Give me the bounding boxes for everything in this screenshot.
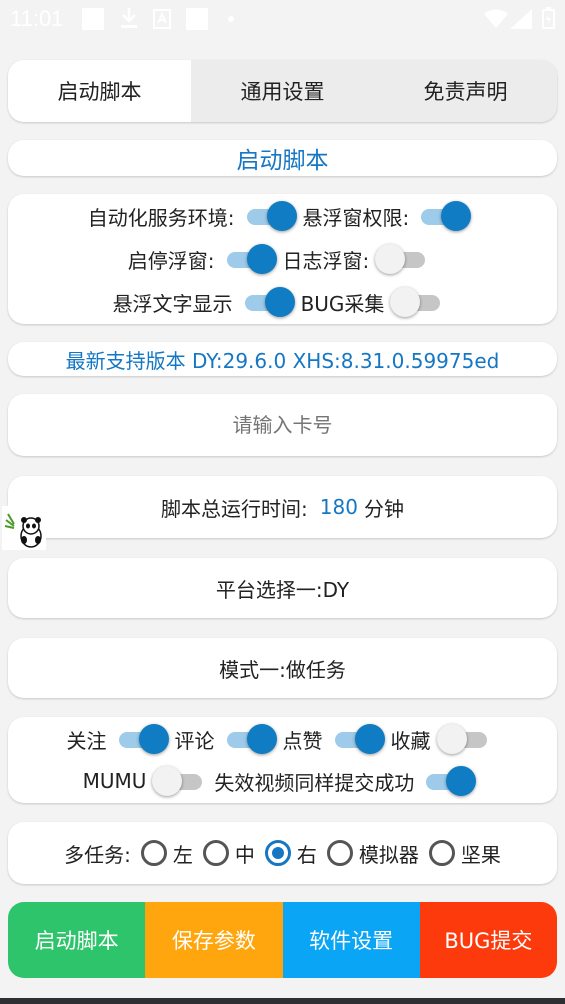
float-text-toggle[interactable] — [239, 287, 295, 317]
automation-service-label: 自动化服务环境: — [87, 205, 235, 230]
battery-icon — [542, 7, 555, 33]
like-label: 点赞 — [282, 728, 323, 753]
multitask-label: 多任务: — [64, 842, 131, 867]
radio-middle-label[interactable]: 中 — [235, 839, 255, 868]
status-bar: 11:01 — [0, 0, 565, 40]
permissions-row-3: 悬浮文字显示 BUG采集 — [8, 286, 557, 318]
wifi-icon — [484, 9, 508, 33]
collect-label: 收藏 — [390, 728, 431, 753]
section-title: 启动脚本 — [236, 148, 329, 174]
invalid-video-toggle[interactable] — [420, 766, 477, 796]
runtime-unit: 分钟 — [363, 496, 404, 521]
radio-right[interactable] — [264, 840, 291, 866]
permissions-row-2: 启停浮窗: 日志浮窗: — [8, 243, 557, 275]
tab-disclaimer[interactable]: 免责声明 — [374, 60, 557, 122]
actions-row-1: 关注 评论 点赞 收藏 — [8, 723, 557, 755]
runtime-card: 脚本总运行时间: 180 分钟 — [8, 476, 557, 538]
mumu-label: MUMU — [82, 769, 147, 793]
panda-float-icon[interactable] — [2, 506, 46, 550]
radio-middle[interactable] — [202, 840, 229, 866]
automation-service-toggle[interactable] — [241, 201, 297, 231]
log-float-toggle[interactable] — [375, 244, 431, 274]
platform-select[interactable]: 平台选择一:DY — [8, 558, 557, 618]
bug-collect-toggle[interactable] — [390, 287, 446, 317]
collect-toggle[interactable] — [436, 724, 493, 754]
save-params-button[interactable]: 保存参数 — [145, 902, 283, 978]
section-title-card: 启动脚本 — [8, 140, 557, 176]
action-button-bar: 启动脚本 保存参数 软件设置 BUG提交 — [8, 902, 557, 978]
actions-card: 关注 评论 点赞 收藏 MUMU 失效视频同样提交成功 — [8, 717, 557, 803]
card-number-card — [8, 394, 557, 456]
signal-icon — [510, 9, 532, 33]
tab-bar: 启动脚本 通用设置 免责声明 — [8, 60, 557, 122]
permissions-row-1: 自动化服务环境: 悬浮窗权限: — [8, 200, 557, 232]
invalid-video-label: 失效视频同样提交成功 — [214, 770, 415, 795]
startstop-float-toggle[interactable] — [221, 244, 277, 274]
actions-row-2: MUMU 失效视频同样提交成功 — [8, 765, 557, 797]
software-settings-button[interactable]: 软件设置 — [282, 902, 420, 978]
radio-emulator-label[interactable]: 模拟器 — [359, 839, 419, 868]
comment-toggle[interactable] — [221, 724, 277, 754]
more-notifications-icon — [228, 16, 234, 22]
mode-select-label: 模式一:做任务 — [219, 657, 346, 682]
startstop-float-label: 启停浮窗: — [127, 248, 215, 273]
float-text-label: 悬浮文字显示 — [112, 291, 233, 316]
start-script-button[interactable]: 启动脚本 — [8, 902, 146, 978]
float-permission-toggle[interactable] — [415, 201, 472, 231]
platform-select-label: 平台选择一:DY — [215, 577, 350, 602]
permissions-card: 自动化服务环境: 悬浮窗权限: 启停浮窗: 日志浮窗: 悬浮文字显示 BUG采集 — [8, 194, 557, 324]
notification-icon — [82, 8, 104, 30]
mumu-toggle[interactable] — [152, 766, 208, 796]
follow-toggle[interactable] — [113, 724, 169, 754]
radio-jianguo[interactable] — [428, 840, 455, 866]
navigation-bar — [0, 998, 565, 1004]
radio-emulator[interactable] — [326, 840, 353, 866]
mode-select[interactable]: 模式一:做任务 — [8, 638, 557, 698]
radio-left[interactable] — [140, 840, 167, 866]
status-time: 11:01 — [10, 6, 64, 31]
card-number-input[interactable] — [8, 394, 557, 456]
radio-right-label[interactable]: 右 — [297, 839, 317, 868]
tab-general-settings[interactable]: 通用设置 — [191, 60, 374, 122]
multitask-card: 多任务: 左 中 右 模拟器 坚果 — [8, 822, 557, 884]
version-text: 最新支持版本 DY:29.6.0 XHS:8.31.0.59975ed — [65, 348, 500, 373]
runtime-value[interactable]: 180 — [320, 495, 358, 519]
download-icon — [118, 6, 140, 34]
like-toggle[interactable] — [329, 724, 385, 754]
runtime-label: 脚本总运行时间: — [161, 496, 308, 521]
comment-label: 评论 — [174, 728, 215, 753]
float-permission-label: 悬浮窗权限: — [302, 205, 410, 230]
follow-label: 关注 — [66, 728, 107, 753]
notification-icon-2 — [186, 8, 208, 30]
bug-collect-label: BUG采集 — [300, 291, 385, 316]
radio-jianguo-label[interactable]: 坚果 — [461, 839, 501, 868]
tab-start-script[interactable]: 启动脚本 — [8, 60, 191, 122]
radio-left-label[interactable]: 左 — [173, 839, 193, 868]
app-store-icon — [153, 8, 171, 34]
version-card: 最新支持版本 DY:29.6.0 XHS:8.31.0.59975ed — [8, 342, 557, 376]
bug-submit-button[interactable]: BUG提交 — [419, 902, 557, 978]
log-float-label: 日志浮窗: — [282, 248, 370, 273]
